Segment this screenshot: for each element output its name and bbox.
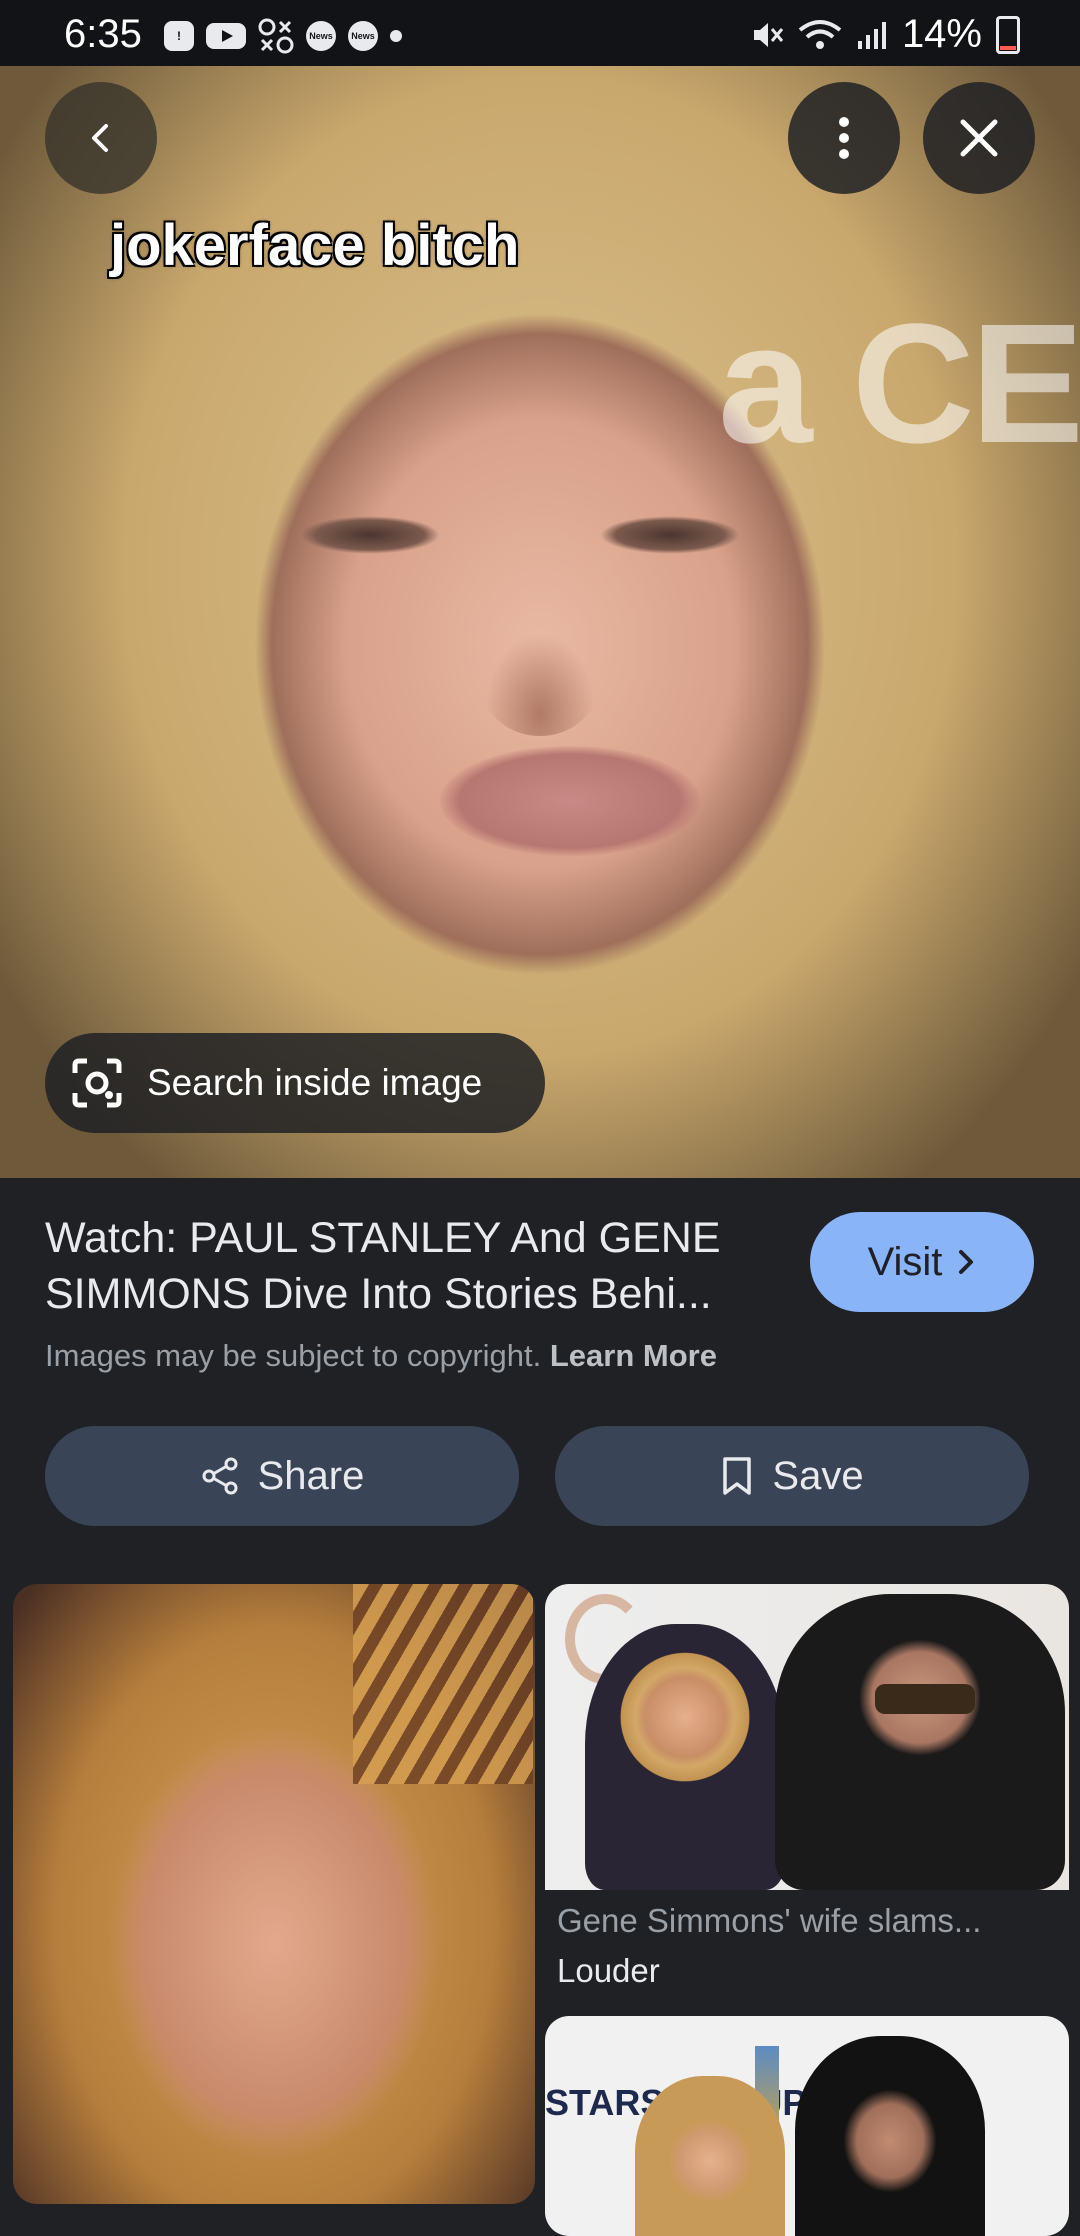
alert-icon: ! xyxy=(164,21,194,51)
search-inside-image-button[interactable]: Search inside image xyxy=(45,1033,545,1133)
copyright-text: Images may be subject to copyright. xyxy=(45,1338,542,1373)
mute-icon xyxy=(753,22,784,47)
image-caption: jokerface bitch xyxy=(110,213,520,278)
image-detail xyxy=(480,626,600,736)
back-button[interactable] xyxy=(45,82,157,194)
more-vert-icon xyxy=(839,117,849,159)
chevron-left-icon xyxy=(92,124,108,152)
news-icon: News xyxy=(348,21,378,51)
more-notifications-dot xyxy=(390,30,402,42)
lens-icon xyxy=(72,1058,122,1108)
share-icon xyxy=(202,1457,238,1495)
app-icon xyxy=(258,18,294,54)
share-label: Share xyxy=(257,1453,365,1498)
related-image-2[interactable] xyxy=(545,1584,1069,1890)
chevron-right-icon xyxy=(959,1250,974,1274)
image-detail xyxy=(353,1584,533,1784)
share-button[interactable]: Share xyxy=(45,1426,519,1526)
more-options-button[interactable] xyxy=(788,82,900,194)
image-detail xyxy=(795,2036,985,2236)
status-time: 6:35 xyxy=(64,12,142,56)
image-detail xyxy=(635,2076,785,2236)
signal-icon xyxy=(857,21,886,49)
related-caption[interactable]: Gene Simmons' wife slams... xyxy=(557,1902,1057,1940)
save-label: Save xyxy=(772,1453,864,1498)
image-detail xyxy=(600,516,740,554)
news-icon: News xyxy=(306,21,336,51)
system-icons: 14% xyxy=(750,12,1020,57)
close-button[interactable] xyxy=(923,82,1035,194)
image-detail xyxy=(300,516,440,554)
status-bar: 6:35 ! News News 14% xyxy=(0,0,1080,66)
result-title[interactable]: Watch: PAUL STANLEY And GENE SIMMONS Div… xyxy=(45,1210,775,1322)
visit-label: Visit xyxy=(867,1239,943,1284)
image-detail xyxy=(875,1684,975,1714)
notification-icons: ! News News xyxy=(164,18,402,54)
close-icon xyxy=(960,119,998,157)
wifi-icon xyxy=(798,19,842,49)
image-detail xyxy=(775,1594,1065,1890)
background-sign-text: a CE xyxy=(718,289,1080,479)
search-inside-label: Search inside image xyxy=(147,1062,483,1103)
save-button[interactable]: Save xyxy=(555,1426,1029,1526)
related-image-3[interactable]: STARS GROUP xyxy=(545,2016,1069,2236)
learn-more-link[interactable]: Learn More xyxy=(550,1338,717,1373)
copyright-notice: Images may be subject to copyright. Lear… xyxy=(45,1338,717,1374)
image-detail xyxy=(440,746,700,856)
related-image-1[interactable] xyxy=(13,1584,535,2204)
visit-button[interactable]: Visit xyxy=(810,1212,1034,1312)
battery-percent: 14% xyxy=(901,12,982,56)
bookmark-icon xyxy=(723,1457,752,1495)
image-detail xyxy=(585,1624,785,1890)
battery-icon xyxy=(996,15,1020,54)
related-source[interactable]: Louder xyxy=(557,1952,660,1990)
youtube-icon xyxy=(206,23,246,49)
